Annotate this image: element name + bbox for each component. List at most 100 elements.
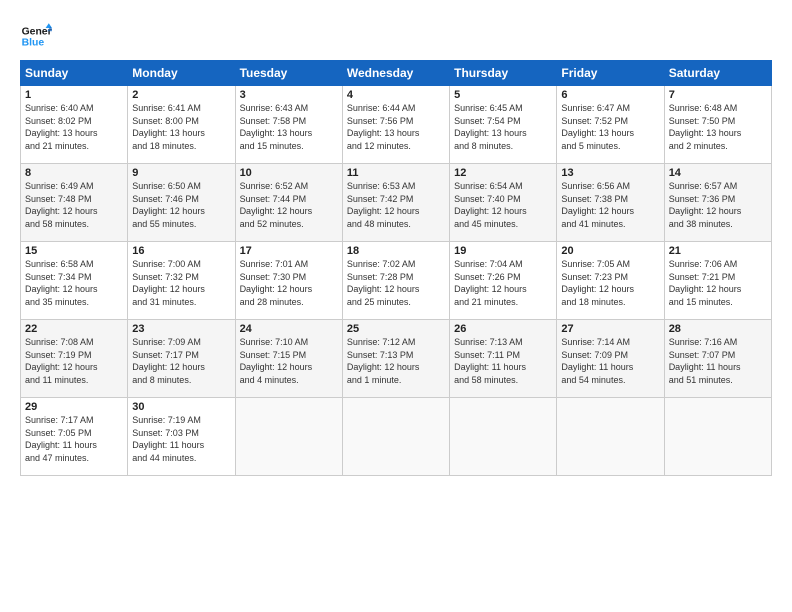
calendar-cell: 29Sunrise: 7:17 AM Sunset: 7:05 PM Dayli… [21, 398, 128, 476]
day-number: 14 [669, 167, 767, 179]
calendar-cell: 27Sunrise: 7:14 AM Sunset: 7:09 PM Dayli… [557, 320, 664, 398]
day-number: 4 [347, 89, 445, 101]
calendar-cell: 28Sunrise: 7:16 AM Sunset: 7:07 PM Dayli… [664, 320, 771, 398]
logo-icon: General Blue [20, 20, 52, 52]
calendar-cell: 4Sunrise: 6:44 AM Sunset: 7:56 PM Daylig… [342, 86, 449, 164]
calendar-cell: 5Sunrise: 6:45 AM Sunset: 7:54 PM Daylig… [450, 86, 557, 164]
calendar-cell [342, 398, 449, 476]
logo: General Blue [20, 20, 52, 52]
calendar-cell: 19Sunrise: 7:04 AM Sunset: 7:26 PM Dayli… [450, 242, 557, 320]
day-number: 11 [347, 167, 445, 179]
calendar-cell: 24Sunrise: 7:10 AM Sunset: 7:15 PM Dayli… [235, 320, 342, 398]
day-info: Sunrise: 6:58 AM Sunset: 7:34 PM Dayligh… [25, 258, 123, 308]
day-number: 19 [454, 245, 552, 257]
day-info: Sunrise: 7:17 AM Sunset: 7:05 PM Dayligh… [25, 414, 123, 464]
calendar-cell: 25Sunrise: 7:12 AM Sunset: 7:13 PM Dayli… [342, 320, 449, 398]
calendar-cell: 1Sunrise: 6:40 AM Sunset: 8:02 PM Daylig… [21, 86, 128, 164]
calendar-cell [235, 398, 342, 476]
day-info: Sunrise: 7:14 AM Sunset: 7:09 PM Dayligh… [561, 336, 659, 386]
weekday-header-tuesday: Tuesday [235, 61, 342, 86]
day-info: Sunrise: 7:08 AM Sunset: 7:19 PM Dayligh… [25, 336, 123, 386]
calendar-cell: 23Sunrise: 7:09 AM Sunset: 7:17 PM Dayli… [128, 320, 235, 398]
svg-text:Blue: Blue [22, 38, 45, 49]
weekday-header-sunday: Sunday [21, 61, 128, 86]
day-info: Sunrise: 7:13 AM Sunset: 7:11 PM Dayligh… [454, 336, 552, 386]
day-number: 2 [132, 89, 230, 101]
day-info: Sunrise: 6:45 AM Sunset: 7:54 PM Dayligh… [454, 102, 552, 152]
calendar-cell: 15Sunrise: 6:58 AM Sunset: 7:34 PM Dayli… [21, 242, 128, 320]
day-number: 29 [25, 401, 123, 413]
header: General Blue [20, 16, 772, 52]
calendar-cell: 8Sunrise: 6:49 AM Sunset: 7:48 PM Daylig… [21, 164, 128, 242]
day-number: 30 [132, 401, 230, 413]
calendar-cell: 21Sunrise: 7:06 AM Sunset: 7:21 PM Dayli… [664, 242, 771, 320]
calendar-cell: 9Sunrise: 6:50 AM Sunset: 7:46 PM Daylig… [128, 164, 235, 242]
day-number: 6 [561, 89, 659, 101]
day-number: 21 [669, 245, 767, 257]
weekday-header-monday: Monday [128, 61, 235, 86]
day-info: Sunrise: 7:10 AM Sunset: 7:15 PM Dayligh… [240, 336, 338, 386]
day-number: 15 [25, 245, 123, 257]
day-number: 1 [25, 89, 123, 101]
calendar-cell: 14Sunrise: 6:57 AM Sunset: 7:36 PM Dayli… [664, 164, 771, 242]
calendar-cell: 13Sunrise: 6:56 AM Sunset: 7:38 PM Dayli… [557, 164, 664, 242]
calendar-cell [664, 398, 771, 476]
day-info: Sunrise: 7:04 AM Sunset: 7:26 PM Dayligh… [454, 258, 552, 308]
day-info: Sunrise: 6:52 AM Sunset: 7:44 PM Dayligh… [240, 180, 338, 230]
day-number: 28 [669, 323, 767, 335]
day-info: Sunrise: 6:56 AM Sunset: 7:38 PM Dayligh… [561, 180, 659, 230]
calendar-cell: 17Sunrise: 7:01 AM Sunset: 7:30 PM Dayli… [235, 242, 342, 320]
day-number: 22 [25, 323, 123, 335]
calendar-cell: 2Sunrise: 6:41 AM Sunset: 8:00 PM Daylig… [128, 86, 235, 164]
calendar-cell: 18Sunrise: 7:02 AM Sunset: 7:28 PM Dayli… [342, 242, 449, 320]
day-info: Sunrise: 6:49 AM Sunset: 7:48 PM Dayligh… [25, 180, 123, 230]
svg-text:General: General [22, 26, 52, 37]
day-number: 18 [347, 245, 445, 257]
calendar-cell: 16Sunrise: 7:00 AM Sunset: 7:32 PM Dayli… [128, 242, 235, 320]
calendar-cell: 7Sunrise: 6:48 AM Sunset: 7:50 PM Daylig… [664, 86, 771, 164]
day-info: Sunrise: 6:50 AM Sunset: 7:46 PM Dayligh… [132, 180, 230, 230]
day-number: 5 [454, 89, 552, 101]
day-number: 8 [25, 167, 123, 179]
weekday-header-thursday: Thursday [450, 61, 557, 86]
calendar-cell: 22Sunrise: 7:08 AM Sunset: 7:19 PM Dayli… [21, 320, 128, 398]
day-number: 25 [347, 323, 445, 335]
calendar-cell [450, 398, 557, 476]
day-info: Sunrise: 6:43 AM Sunset: 7:58 PM Dayligh… [240, 102, 338, 152]
day-info: Sunrise: 6:44 AM Sunset: 7:56 PM Dayligh… [347, 102, 445, 152]
calendar-cell: 10Sunrise: 6:52 AM Sunset: 7:44 PM Dayli… [235, 164, 342, 242]
calendar-cell: 3Sunrise: 6:43 AM Sunset: 7:58 PM Daylig… [235, 86, 342, 164]
day-info: Sunrise: 7:06 AM Sunset: 7:21 PM Dayligh… [669, 258, 767, 308]
day-number: 16 [132, 245, 230, 257]
day-info: Sunrise: 7:19 AM Sunset: 7:03 PM Dayligh… [132, 414, 230, 464]
day-number: 13 [561, 167, 659, 179]
day-number: 17 [240, 245, 338, 257]
day-number: 12 [454, 167, 552, 179]
day-number: 7 [669, 89, 767, 101]
day-number: 9 [132, 167, 230, 179]
calendar-cell: 20Sunrise: 7:05 AM Sunset: 7:23 PM Dayli… [557, 242, 664, 320]
page: General Blue SundayMondayTuesdayWednesda… [0, 0, 792, 612]
day-info: Sunrise: 6:47 AM Sunset: 7:52 PM Dayligh… [561, 102, 659, 152]
day-info: Sunrise: 6:57 AM Sunset: 7:36 PM Dayligh… [669, 180, 767, 230]
day-number: 20 [561, 245, 659, 257]
day-number: 10 [240, 167, 338, 179]
calendar-cell: 11Sunrise: 6:53 AM Sunset: 7:42 PM Dayli… [342, 164, 449, 242]
day-info: Sunrise: 7:09 AM Sunset: 7:17 PM Dayligh… [132, 336, 230, 386]
day-info: Sunrise: 6:48 AM Sunset: 7:50 PM Dayligh… [669, 102, 767, 152]
day-number: 23 [132, 323, 230, 335]
calendar-cell: 26Sunrise: 7:13 AM Sunset: 7:11 PM Dayli… [450, 320, 557, 398]
day-info: Sunrise: 6:41 AM Sunset: 8:00 PM Dayligh… [132, 102, 230, 152]
weekday-header-wednesday: Wednesday [342, 61, 449, 86]
day-info: Sunrise: 6:53 AM Sunset: 7:42 PM Dayligh… [347, 180, 445, 230]
day-info: Sunrise: 7:00 AM Sunset: 7:32 PM Dayligh… [132, 258, 230, 308]
day-number: 26 [454, 323, 552, 335]
calendar: SundayMondayTuesdayWednesdayThursdayFrid… [20, 60, 772, 476]
calendar-cell: 30Sunrise: 7:19 AM Sunset: 7:03 PM Dayli… [128, 398, 235, 476]
weekday-header-friday: Friday [557, 61, 664, 86]
day-info: Sunrise: 7:16 AM Sunset: 7:07 PM Dayligh… [669, 336, 767, 386]
day-info: Sunrise: 7:01 AM Sunset: 7:30 PM Dayligh… [240, 258, 338, 308]
day-info: Sunrise: 6:40 AM Sunset: 8:02 PM Dayligh… [25, 102, 123, 152]
day-info: Sunrise: 7:12 AM Sunset: 7:13 PM Dayligh… [347, 336, 445, 386]
day-info: Sunrise: 7:05 AM Sunset: 7:23 PM Dayligh… [561, 258, 659, 308]
